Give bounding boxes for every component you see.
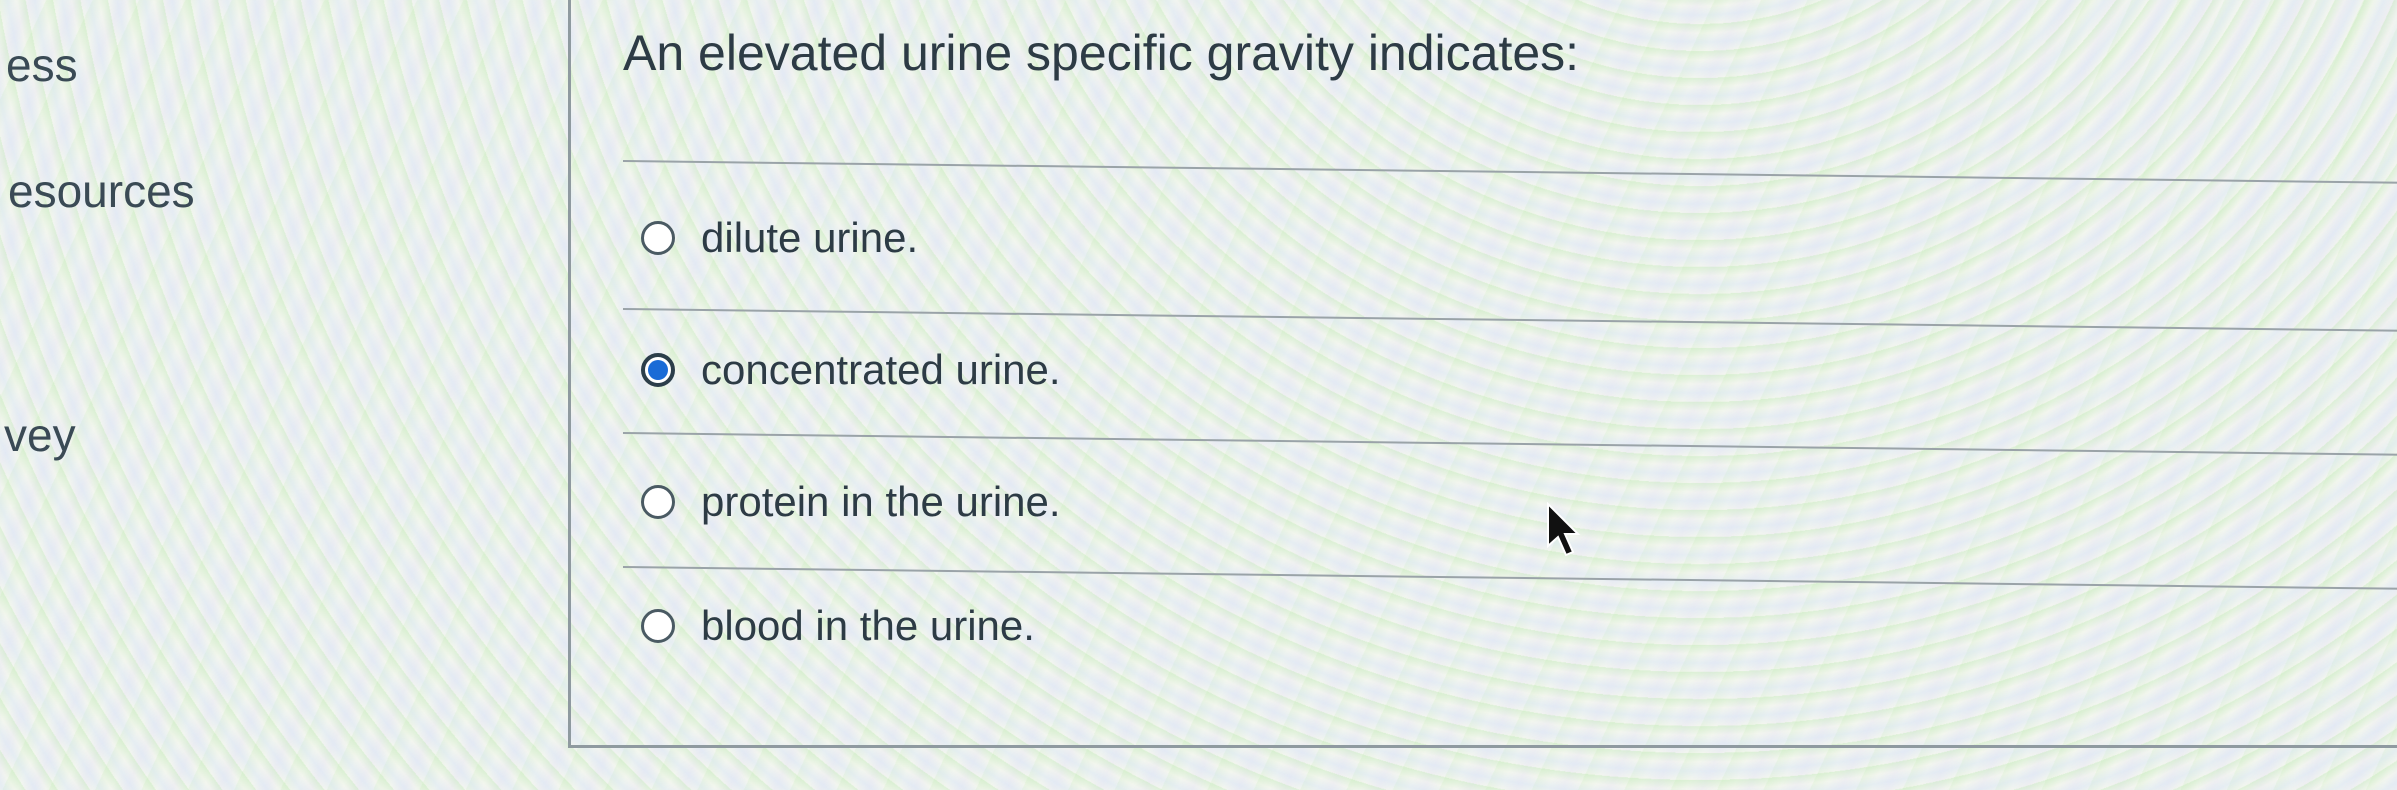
radio-button[interactable] bbox=[641, 609, 675, 643]
divider bbox=[622, 308, 2397, 332]
answer-label: blood in the urine. bbox=[701, 602, 1035, 649]
question-text: An elevated urine specific gravity indic… bbox=[623, 25, 1580, 81]
mouse-pointer-icon bbox=[1547, 502, 1581, 557]
answer-label: dilute urine. bbox=[701, 214, 919, 261]
radio-selected-dot bbox=[648, 360, 668, 380]
answer-option-2[interactable]: concentrated urine. bbox=[641, 346, 1061, 394]
divider bbox=[622, 160, 2397, 184]
divider bbox=[622, 566, 2397, 590]
answer-label: protein in the urine. bbox=[701, 478, 1061, 525]
course-nav-sidebar: ess esources vey bbox=[0, 0, 560, 790]
radio-button[interactable] bbox=[641, 485, 675, 519]
radio-button-selected[interactable] bbox=[641, 353, 675, 387]
radio-button[interactable] bbox=[641, 221, 675, 255]
sidebar-item-resources[interactable]: esources bbox=[8, 164, 195, 218]
sidebar-item-survey[interactable]: vey bbox=[4, 408, 76, 462]
answer-option-4[interactable]: blood in the urine. bbox=[641, 602, 1035, 650]
answer-option-3[interactable]: protein in the urine. bbox=[641, 478, 1061, 526]
answer-label: concentrated urine. bbox=[701, 346, 1061, 393]
divider bbox=[622, 432, 2397, 456]
question-panel: An elevated urine specific gravity indic… bbox=[568, 0, 2397, 748]
answer-option-1[interactable]: dilute urine. bbox=[641, 214, 918, 262]
sidebar-item-1[interactable]: ess bbox=[6, 38, 78, 92]
